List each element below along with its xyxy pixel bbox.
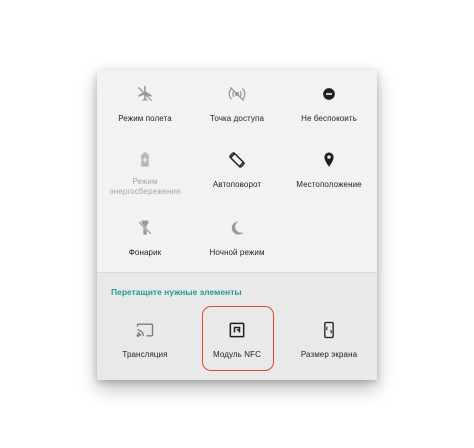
tile-night-mode[interactable]: Ночной режим [191,212,283,278]
tile-auto-rotate[interactable]: Автоповорот [191,144,283,210]
tile-battery-saver[interactable]: Режим энергосбережения [99,144,191,210]
tile-location[interactable]: Местоположение [283,144,375,210]
hotspot-off-icon [227,84,247,104]
tile-hotspot[interactable]: Точка доступа [191,78,283,144]
tile-label: Автоповорот [212,180,262,189]
auto-rotate-icon [227,150,247,170]
screen-size-icon [319,320,339,340]
tile-label: Местоположение [296,180,362,189]
tile-label: Точка доступа [209,114,264,123]
tile-screen-size[interactable]: Размер экрана [283,314,375,380]
tile-cast[interactable]: Трансляция [99,314,191,380]
tile-label: Не беспокоить [301,114,357,123]
tile-airplane-mode[interactable]: Режим полета [99,78,191,144]
tile-label: Модуль NFC [212,350,262,359]
airplane-off-icon [135,84,155,104]
tile-do-not-disturb[interactable]: Не беспокоить [283,78,375,144]
active-tiles-area: Режим полета Точка доступа Не беспокоить… [97,70,377,272]
tile-label: Трансляция [122,350,168,359]
nfc-icon [227,320,247,340]
tile-label: Режим полета [118,114,172,123]
flashlight-off-icon [135,218,155,238]
tile-label: Фонарик [128,248,162,257]
quick-settings-edit-panel: Режим полета Точка доступа Не беспокоить… [97,70,377,380]
drag-section-title: Перетащите нужные элементы [111,287,242,297]
tile-label: Ночной режим [209,248,265,257]
tile-label: Размер экрана [300,350,358,359]
tile-flashlight[interactable]: Фонарик [99,212,191,278]
battery-saver-icon [135,150,155,170]
location-icon [319,150,339,170]
tile-nfc[interactable]: Модуль NFC [191,314,283,380]
cast-icon [135,320,155,340]
tile-label: Режим энергосбережения [109,177,181,196]
do-not-disturb-icon [319,84,339,104]
night-mode-icon [227,218,247,238]
